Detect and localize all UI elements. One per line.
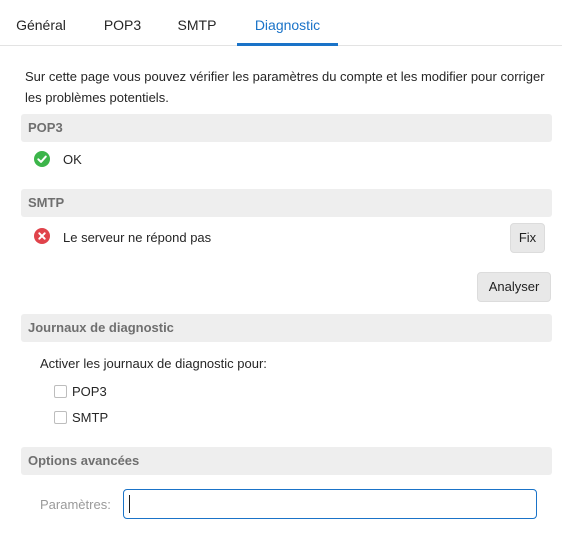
logs-prompt: Activer les journaux de diagnostic pour: [40, 356, 267, 371]
smtp-status-text: Le serveur ne répond pas [63, 230, 212, 245]
pop3-log-label[interactable]: POP3 [72, 384, 107, 400]
check-circle-icon [34, 151, 50, 167]
pop3-log-checkbox[interactable] [54, 385, 67, 398]
error-circle-icon [34, 228, 50, 244]
tab-general[interactable]: Général [7, 0, 75, 46]
text-caret [129, 495, 130, 513]
fix-button[interactable]: Fix [510, 223, 545, 253]
smtp-log-checkbox[interactable] [54, 411, 67, 424]
advanced-section-header: Options avancées [21, 447, 552, 475]
tab-bar: Général POP3 SMTP Diagnostic [0, 0, 562, 46]
params-label: Paramètres: [40, 497, 111, 512]
intro-text: Sur cette page vous pouvez vérifier les … [25, 69, 545, 105]
pop3-status-text: OK [63, 152, 82, 167]
tab-diagnostic[interactable]: Diagnostic [237, 0, 338, 46]
logs-section-header: Journaux de diagnostic [21, 314, 552, 342]
smtp-section-header: SMTP [21, 189, 552, 217]
params-input[interactable] [123, 489, 537, 519]
tab-pop3[interactable]: POP3 [95, 0, 150, 46]
tab-smtp[interactable]: SMTP [168, 0, 226, 46]
active-tab-indicator [237, 43, 338, 46]
pop3-section-header: POP3 [21, 114, 552, 142]
analyze-button[interactable]: Analyser [477, 272, 551, 302]
smtp-log-label[interactable]: SMTP [72, 410, 108, 426]
